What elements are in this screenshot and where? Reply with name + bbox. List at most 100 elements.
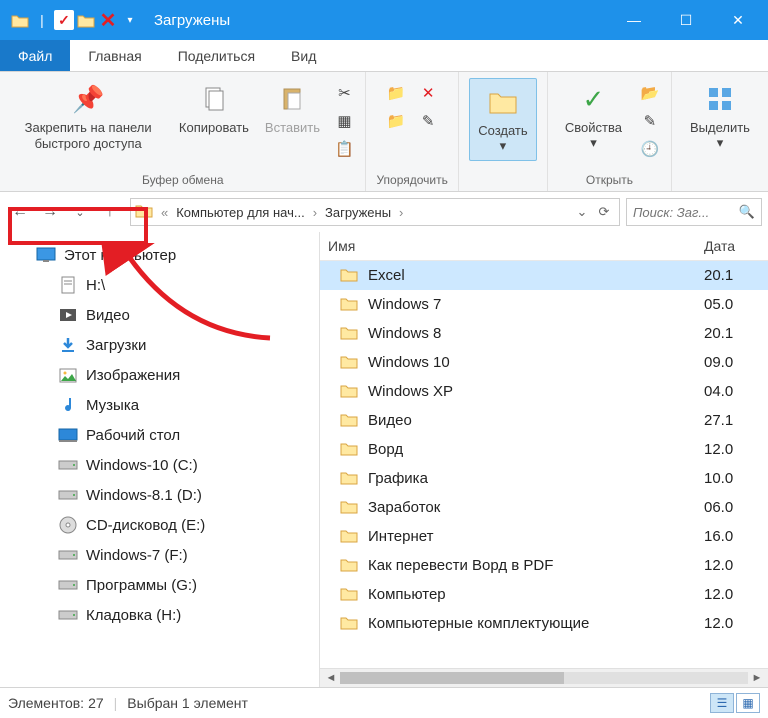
new-folder-button[interactable]: Создать ▾ (469, 78, 537, 161)
file-row[interactable]: Windows 1009.0 (320, 348, 768, 377)
file-name: Заработок (368, 499, 704, 516)
properties-icon: ✓ (576, 82, 610, 116)
folder-icon (340, 267, 360, 285)
select-button[interactable]: Выделить ▾ (682, 78, 758, 155)
file-name: Windows 10 (368, 354, 704, 371)
file-row[interactable]: Графика10.0 (320, 464, 768, 493)
ribbon-group-new: Создать ▾ (459, 72, 548, 191)
file-row[interactable]: Заработок06.0 (320, 493, 768, 522)
tree-item-label: CD-дисковод (E:) (86, 517, 205, 534)
file-date: 12.0 (704, 557, 760, 574)
annotation-box (8, 207, 148, 245)
edit-icon[interactable]: ✎ (639, 110, 661, 132)
breadcrumb-dropdown[interactable]: ⌄ (571, 199, 593, 225)
chevron-right-icon: › (309, 205, 321, 220)
delete-icon[interactable]: ✕ (98, 10, 118, 30)
tree-item[interactable]: Windows-8.1 (D:) (0, 480, 319, 510)
divider-icon: | (32, 10, 52, 30)
scroll-left-icon[interactable]: ◄ (322, 670, 340, 686)
file-row[interactable]: Windows XP04.0 (320, 377, 768, 406)
download-icon (58, 336, 78, 354)
tree-item[interactable]: Кладовка (H:) (0, 600, 319, 630)
tree-item[interactable]: H:\ (0, 270, 319, 300)
pin-button[interactable]: 📌 Закрепить на панели быстрого доступа (10, 78, 166, 157)
file-row[interactable]: Excel20.1 (320, 261, 768, 290)
maximize-button[interactable]: ☐ (660, 0, 712, 40)
file-date: 06.0 (704, 499, 760, 516)
refresh-button[interactable]: ⟳ (593, 199, 615, 225)
copy-icon (197, 82, 231, 116)
new-folder-icon (486, 85, 520, 119)
history-icon[interactable]: 🕘 (639, 138, 661, 160)
copy-path-icon[interactable]: ▦ (333, 110, 355, 132)
column-name-header[interactable]: Имя (328, 238, 704, 254)
select-icon (703, 82, 737, 116)
file-row[interactable]: Ворд12.0 (320, 435, 768, 464)
scroll-track[interactable] (340, 672, 748, 684)
file-row[interactable]: Компьютерные комплектующие12.0 (320, 609, 768, 638)
file-name: Графика (368, 470, 704, 487)
window-title: Загружены (154, 12, 230, 29)
tree-item[interactable]: Музыка (0, 390, 319, 420)
file-row[interactable]: Windows 705.0 (320, 290, 768, 319)
properties-button[interactable]: ✓ Свойства ▾ (558, 78, 629, 155)
tree-item[interactable]: Видео (0, 300, 319, 330)
file-row[interactable]: Windows 820.1 (320, 319, 768, 348)
qat-dropdown-icon[interactable]: ▾ (120, 10, 140, 30)
file-row[interactable]: Интернет16.0 (320, 522, 768, 551)
drive-icon (58, 576, 78, 594)
breadcrumb[interactable]: « Компьютер для нач... › Загружены › ⌄ ⟳ (130, 198, 620, 226)
tab-file[interactable]: Файл (0, 40, 70, 71)
tree-item-label: Windows-7 (F:) (86, 547, 188, 564)
tree-item[interactable]: Программы (G:) (0, 570, 319, 600)
search-icon[interactable]: 🔍 (739, 204, 755, 220)
tab-share[interactable]: Поделиться (160, 40, 273, 71)
minimize-button[interactable]: — (608, 0, 660, 40)
scroll-thumb[interactable] (340, 672, 564, 684)
tree-item[interactable]: Windows-10 (C:) (0, 450, 319, 480)
file-date: 12.0 (704, 615, 760, 632)
cut-icon[interactable]: ✂ (333, 82, 355, 104)
folder-icon[interactable] (76, 10, 96, 30)
image-icon (58, 366, 78, 384)
file-date: 04.0 (704, 383, 760, 400)
file-row[interactable]: Компьютер12.0 (320, 580, 768, 609)
close-button[interactable]: ✕ (712, 0, 764, 40)
move-to-icon[interactable]: 📁 (385, 82, 407, 104)
drive-icon (58, 546, 78, 564)
file-list: Excel20.1Windows 705.0Windows 820.1Windo… (320, 261, 768, 668)
file-row[interactable]: Видео27.1 (320, 406, 768, 435)
scroll-right-icon[interactable]: ► (748, 670, 766, 686)
copy-to-icon[interactable]: 📁 (385, 110, 407, 132)
doc-icon (58, 276, 78, 294)
paste-shortcut-icon[interactable]: 📋 (333, 138, 355, 160)
status-elements-label: Элементов: (8, 695, 84, 711)
clipboard-mini-buttons: ✂ ▦ 📋 (333, 78, 355, 160)
delete-button-icon[interactable]: ✕ (417, 82, 439, 104)
horizontal-scrollbar[interactable]: ◄ ► (320, 668, 768, 687)
rename-icon[interactable]: ✎ (417, 110, 439, 132)
tree-item[interactable]: Windows-7 (F:) (0, 540, 319, 570)
tree-item[interactable]: Изображения (0, 360, 319, 390)
details-view-icon[interactable]: ☰ (710, 693, 734, 713)
search-box[interactable]: 🔍 (626, 198, 762, 226)
tree-item[interactable]: Загрузки (0, 330, 319, 360)
ribbon: 📌 Закрепить на панели быстрого доступа К… (0, 72, 768, 192)
check-icon[interactable]: ✓ (54, 10, 74, 30)
large-icons-view-icon[interactable]: ▦ (736, 693, 760, 713)
column-date-header[interactable]: Дата (704, 238, 760, 254)
breadcrumb-item[interactable]: Загружены (325, 205, 391, 220)
file-row[interactable]: Как перевести Ворд в PDF12.0 (320, 551, 768, 580)
file-name: Windows 8 (368, 325, 704, 342)
file-name: Как перевести Ворд в PDF (368, 557, 704, 574)
search-input[interactable] (633, 205, 733, 220)
file-date: 20.1 (704, 267, 760, 284)
tab-home[interactable]: Главная (70, 40, 159, 71)
copy-button[interactable]: Копировать (176, 78, 251, 139)
open-icon[interactable]: 📂 (639, 82, 661, 104)
breadcrumb-item[interactable]: Компьютер для нач... (176, 205, 304, 220)
tree-item[interactable]: Рабочий стол (0, 420, 319, 450)
file-date: 09.0 (704, 354, 760, 371)
tree-item[interactable]: CD-дисковод (E:) (0, 510, 319, 540)
tab-view[interactable]: Вид (273, 40, 334, 71)
